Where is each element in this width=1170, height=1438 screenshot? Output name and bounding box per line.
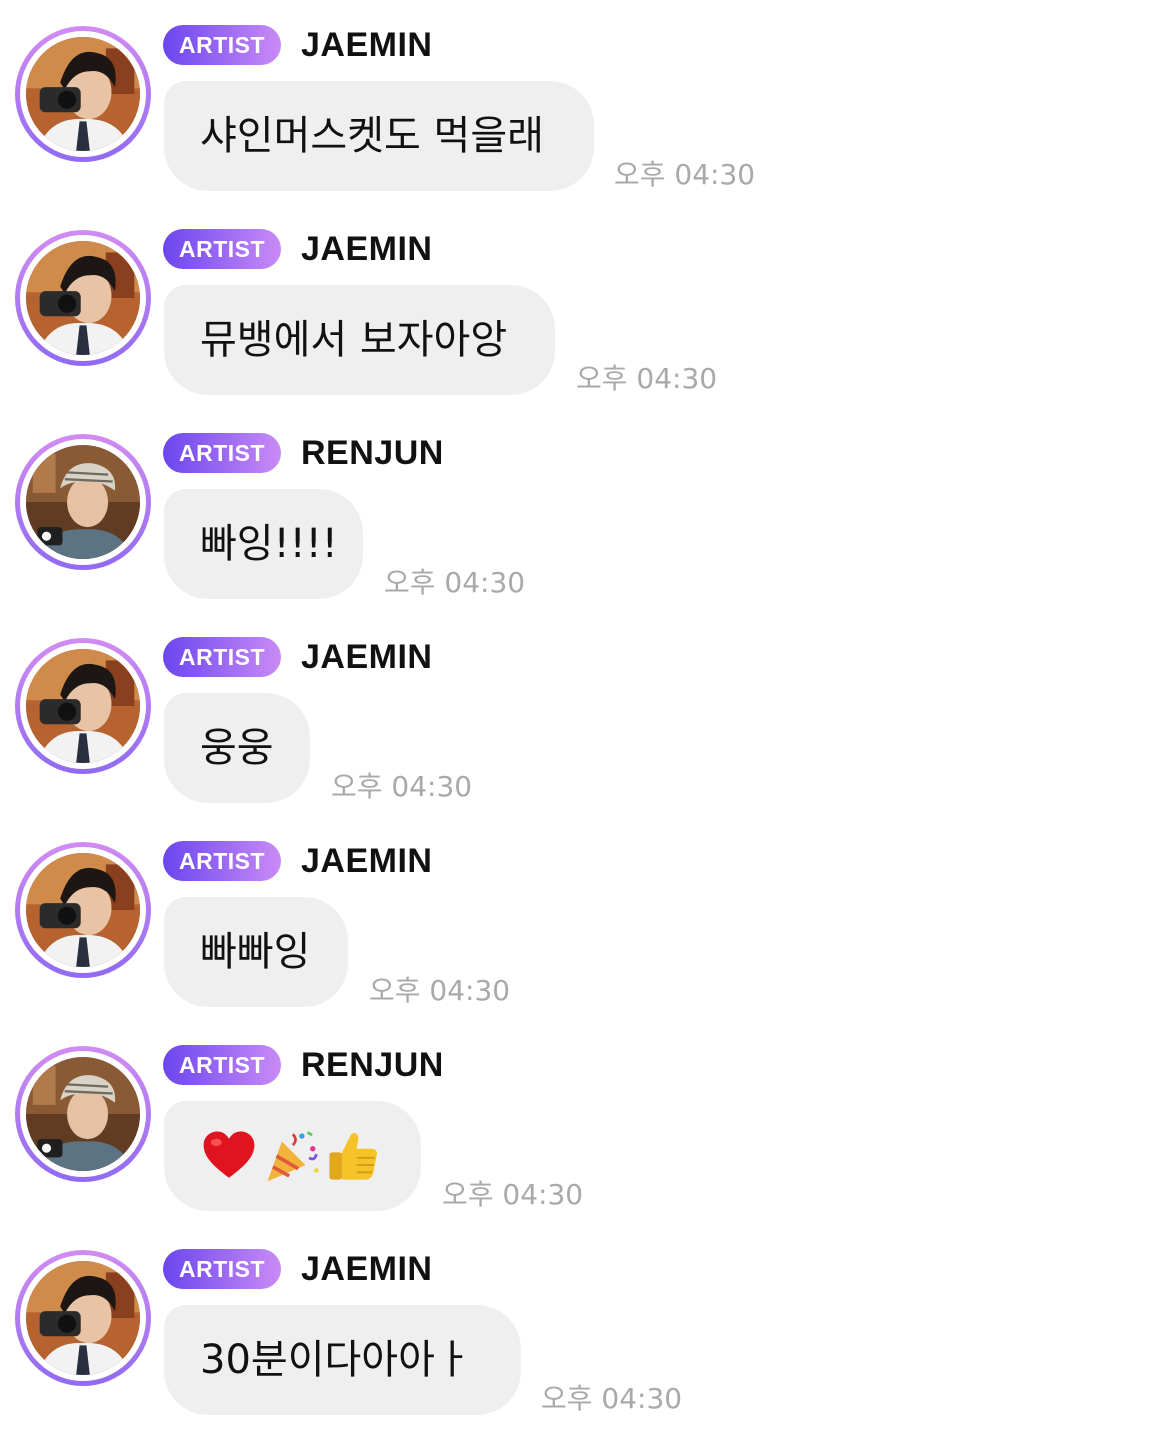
message-time: 오후 04:30 [442, 1178, 584, 1211]
message-text: 샤인머스켓도 먹을래 [200, 113, 544, 159]
chat-message: ARTIST JAEMIN 샤인머스켓도 먹을래오후 04:30 [0, 0, 1170, 204]
chat-message: ARTIST JAEMIN 뮤뱅에서 보자아앙오후 04:30 [0, 204, 1170, 408]
message-time: 오후 04:30 [576, 362, 718, 395]
message-text: 웅웅 [200, 725, 274, 771]
message-bubble[interactable]: 웅웅 [164, 693, 310, 803]
message-text: 뮤뱅에서 보자아앙 [200, 317, 508, 363]
jaemin-avatar[interactable] [15, 1250, 151, 1386]
message-time: 오후 04:30 [541, 1382, 683, 1415]
chat-message: ARTIST JAEMIN 빠빠잉오후 04:30 [0, 816, 1170, 1020]
profile-photo [20, 1255, 146, 1381]
chat-message: ARTIST RENJUN 빠잉!!!! 오후 04:30 [0, 408, 1170, 612]
message-bubble[interactable] [164, 1101, 421, 1211]
artist-badge: ARTIST [163, 229, 281, 269]
profile-photo [20, 31, 146, 157]
sender-name[interactable]: JAEMIN [301, 634, 432, 680]
artist-badge: ARTIST [163, 25, 281, 65]
sender-name[interactable]: JAEMIN [301, 226, 432, 272]
message-time: 오후 04:30 [369, 974, 511, 1007]
chat-message: ARTIST JAEMIN 30분이다아아ㅏ 오후 04:30 [0, 1224, 1170, 1428]
emoji-row [200, 1101, 385, 1211]
heart-emoji [200, 1127, 258, 1185]
jaemin-avatar[interactable] [15, 26, 151, 162]
profile-photo [20, 235, 146, 361]
message-time: 오후 04:30 [331, 770, 473, 803]
sender-name[interactable]: RENJUN [301, 430, 444, 476]
message-time: 오후 04:30 [384, 566, 526, 599]
message-text: 빠빠잉 [200, 929, 311, 975]
profile-photo [20, 847, 146, 973]
sender-name[interactable]: JAEMIN [301, 1246, 432, 1292]
artist-badge: ARTIST [163, 433, 281, 473]
profile-photo [20, 643, 146, 769]
chat-message: ARTIST RENJUN 오후 04:30 [0, 1020, 1170, 1224]
party-popper-emoji [262, 1127, 320, 1185]
message-bubble[interactable]: 뮤뱅에서 보자아앙 [164, 285, 555, 395]
sender-name[interactable]: JAEMIN [301, 838, 432, 884]
thumbs-up-emoji [324, 1127, 382, 1185]
profile-photo [20, 1051, 146, 1177]
profile-photo [20, 439, 146, 565]
jaemin-avatar[interactable] [15, 230, 151, 366]
chat-message: ARTIST JAEMIN 웅웅오후 04:30 [0, 612, 1170, 816]
message-bubble[interactable]: 빠잉!!!! [164, 489, 363, 599]
message-text: 빠잉!!!! [200, 521, 338, 567]
message-text: 30분이다아아ㅏ [200, 1337, 472, 1383]
chat-message-list: ARTIST JAEMIN 샤인머스켓도 먹을래오후 04:30 ARTIST JAEM… [0, 0, 1170, 1438]
message-bubble[interactable]: 샤인머스켓도 먹을래 [164, 81, 594, 191]
jaemin-avatar[interactable] [15, 638, 151, 774]
message-bubble[interactable]: 빠빠잉 [164, 897, 348, 1007]
sender-name[interactable]: RENJUN [301, 1042, 444, 1088]
artist-badge: ARTIST [163, 1249, 281, 1289]
renjun-avatar[interactable] [15, 1046, 151, 1182]
message-bubble[interactable]: 30분이다아아ㅏ [164, 1305, 521, 1415]
message-time: 오후 04:30 [614, 158, 756, 191]
artist-badge: ARTIST [163, 1045, 281, 1085]
artist-badge: ARTIST [163, 637, 281, 677]
jaemin-avatar[interactable] [15, 842, 151, 978]
sender-name[interactable]: JAEMIN [301, 22, 432, 68]
artist-badge: ARTIST [163, 841, 281, 881]
renjun-avatar[interactable] [15, 434, 151, 570]
